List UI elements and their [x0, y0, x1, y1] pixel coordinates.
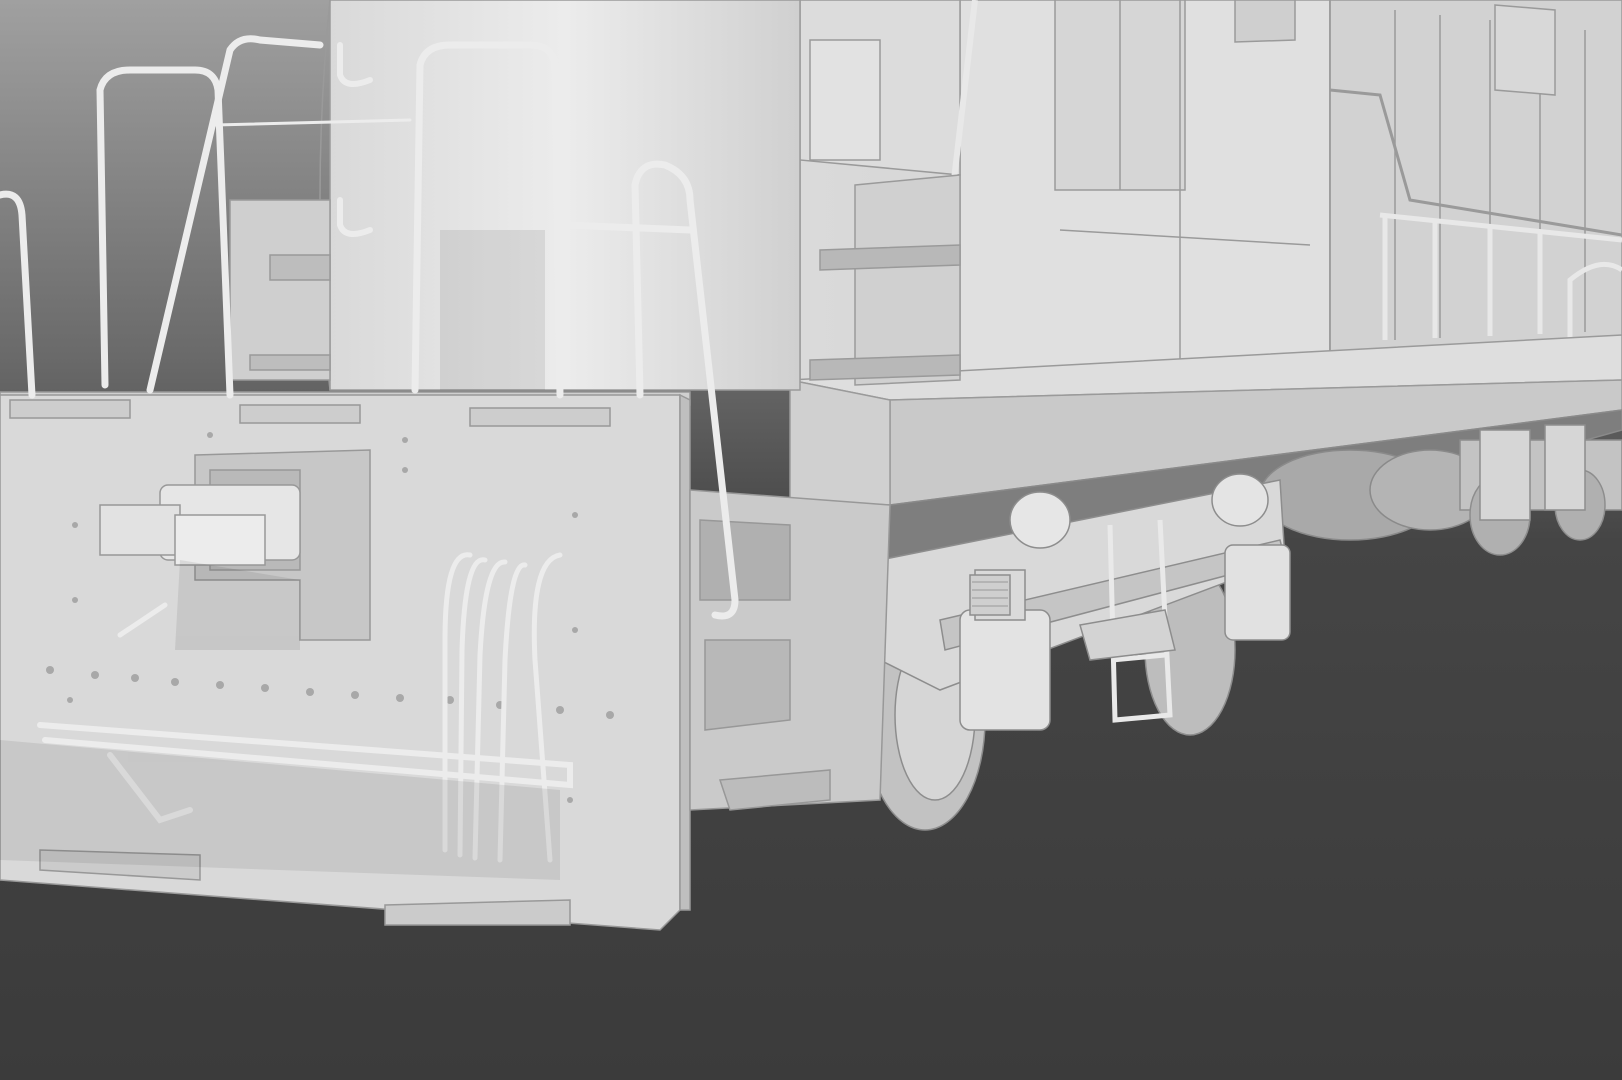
3d-viewport[interactable]: [0, 0, 1622, 1080]
locomotive-render: [0, 0, 1622, 1080]
